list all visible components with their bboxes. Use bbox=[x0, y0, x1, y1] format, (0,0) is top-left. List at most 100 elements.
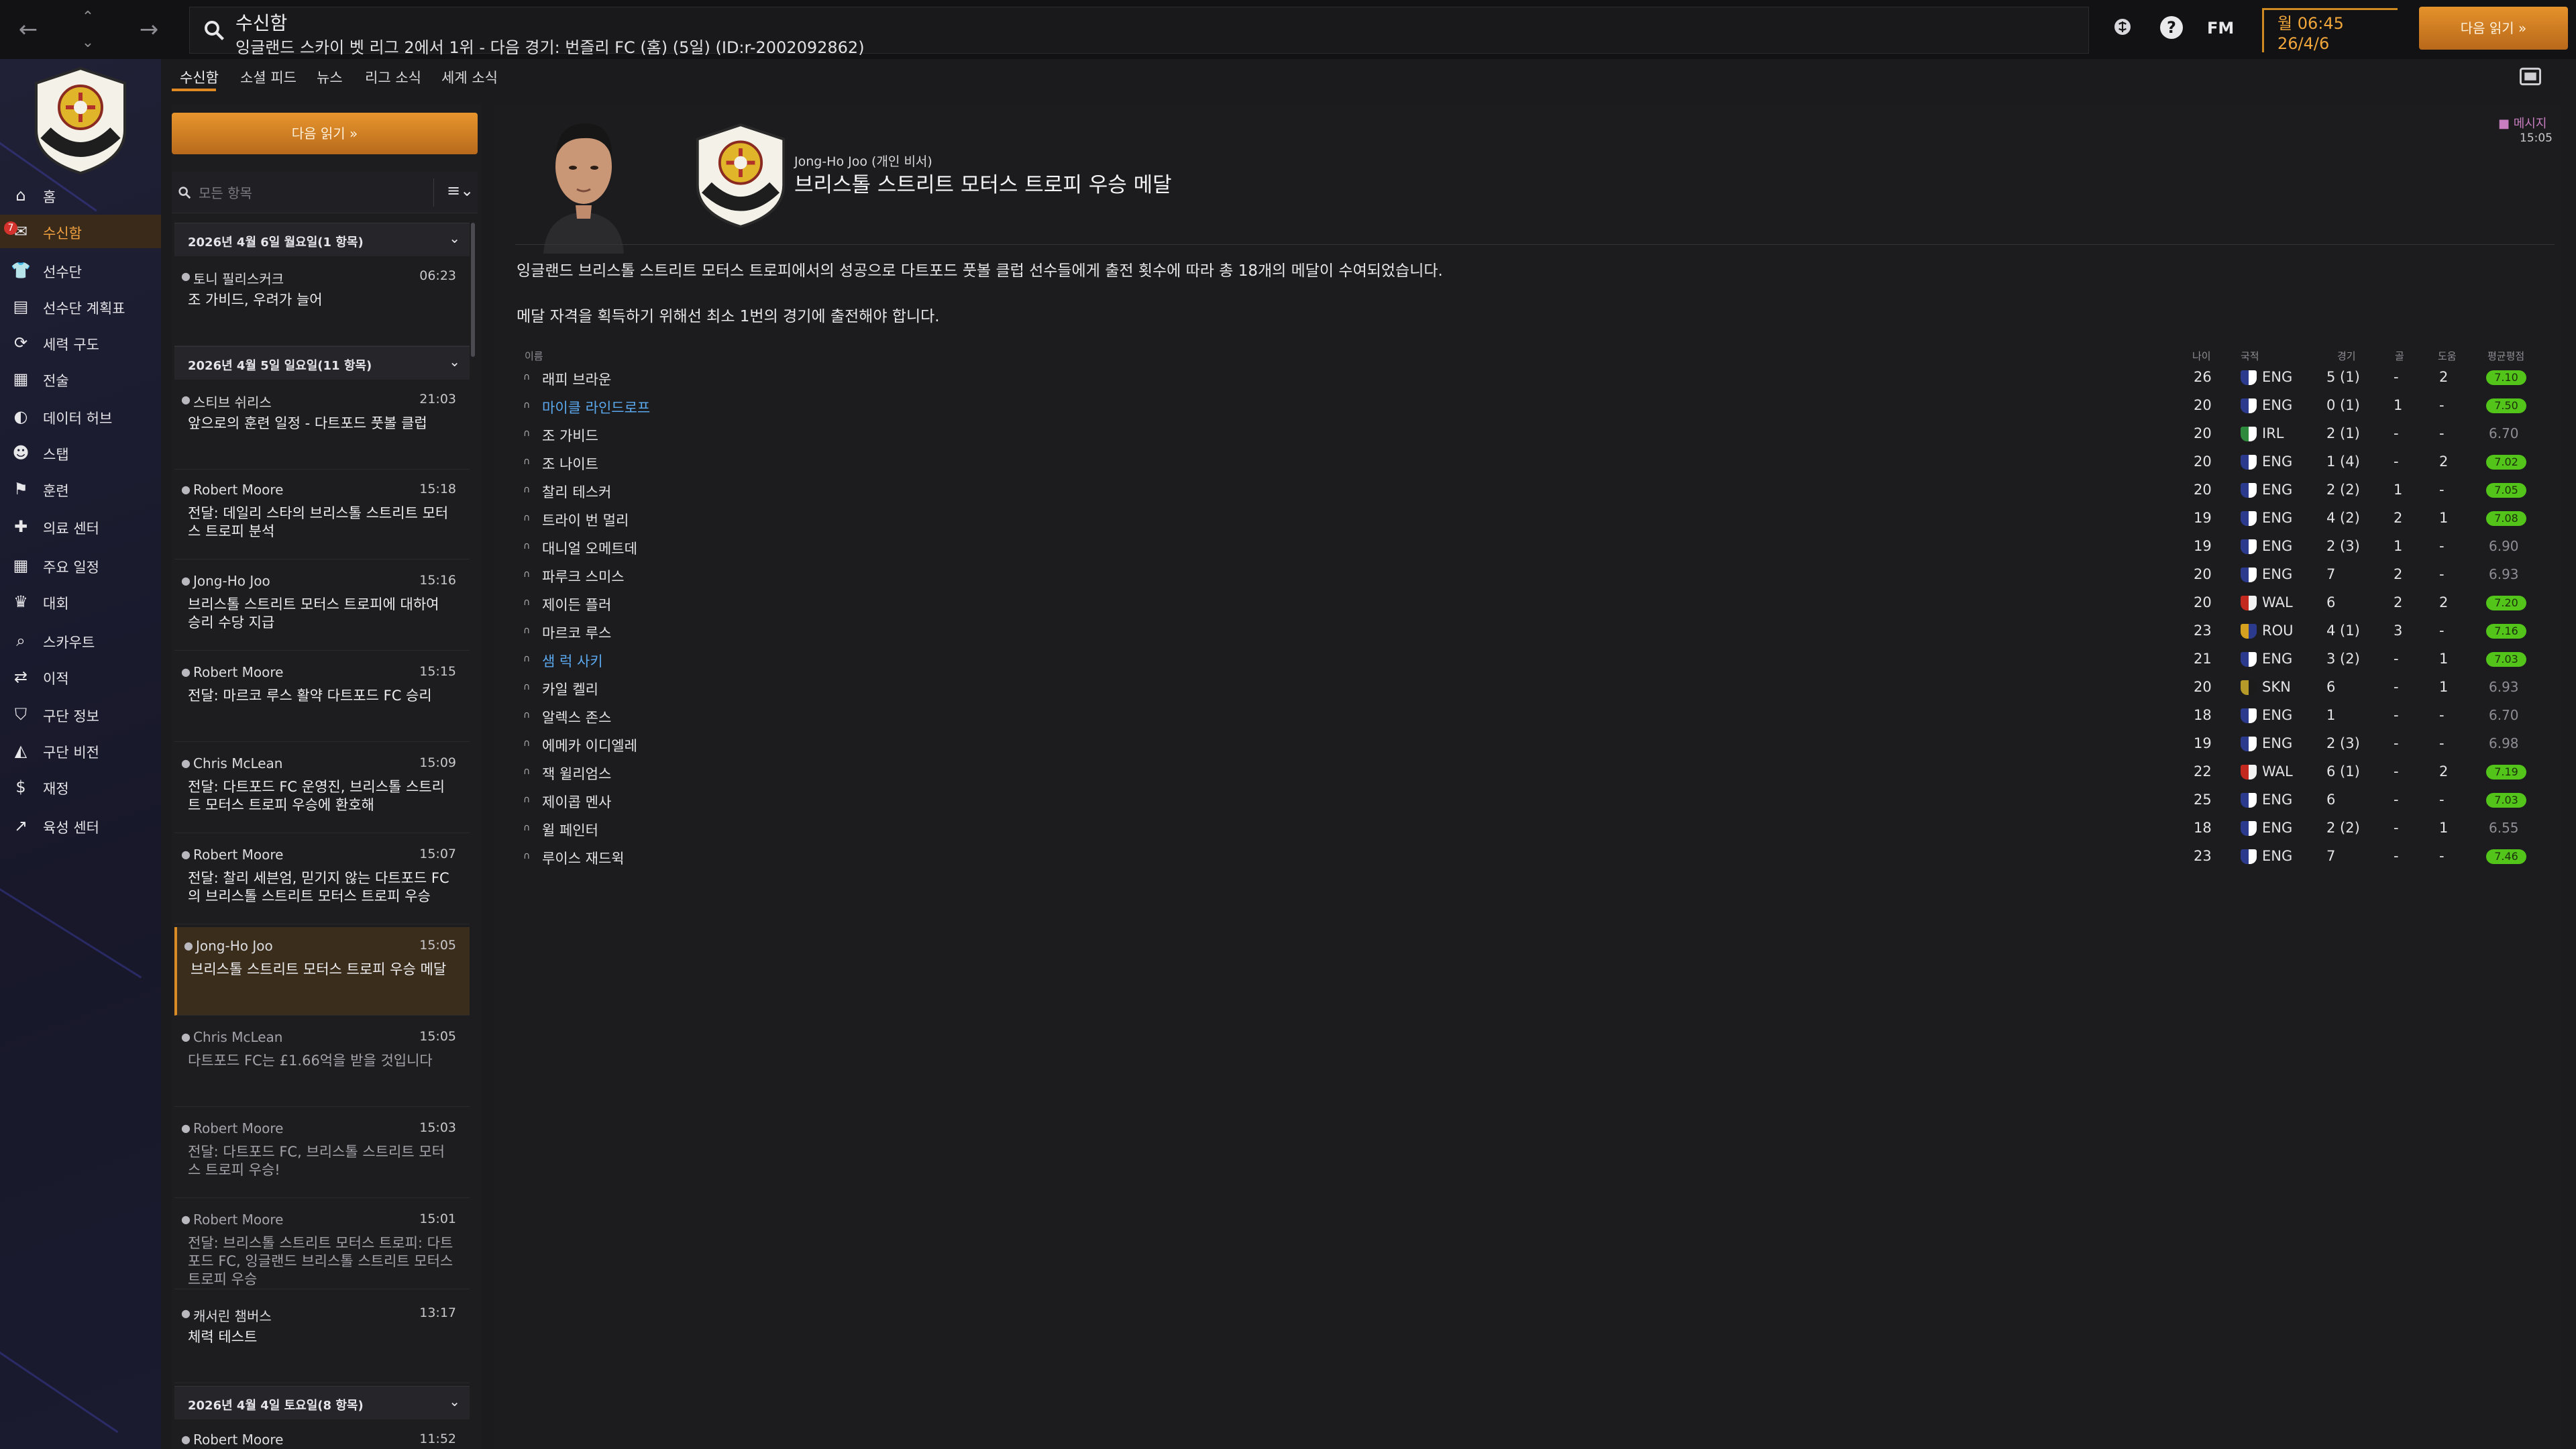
player-name[interactable]: 파루크 스미스 bbox=[542, 566, 625, 586]
sidebar-item-inbox[interactable]: ✉ 수신함 bbox=[0, 215, 161, 248]
table-row[interactable]: ∩ 잭 윌리엄스 22 WAL 6 (1) - 2 7.19 bbox=[523, 758, 2549, 786]
player-name[interactable]: 카일 켈리 bbox=[542, 679, 598, 699]
col-header-apps[interactable]: 경기 bbox=[2337, 349, 2356, 363]
table-row[interactable]: ∩ 조 가비드 20 IRL 2 (1) - - 6.70 bbox=[523, 420, 2549, 448]
player-name[interactable]: 알렉스 존스 bbox=[542, 707, 611, 727]
player-name[interactable]: 샘 럭 사키 bbox=[542, 651, 603, 671]
tab-social-feed[interactable]: 소셜 피드 bbox=[240, 67, 297, 87]
sidebar-item-scouting[interactable]: ⌕ 스카우트 bbox=[0, 624, 161, 657]
player-name[interactable]: 찰리 테스커 bbox=[542, 482, 611, 502]
back-arrow-icon[interactable]: ← bbox=[15, 16, 42, 43]
table-row[interactable]: ∩ 마르코 루스 23 ROU 4 (1) 3 - 7.16 bbox=[523, 617, 2549, 645]
sidebar-item-development[interactable]: ↗ 육성 센터 bbox=[0, 809, 161, 843]
inbox-message[interactable]: ● Robert Moore 11:52 bbox=[174, 1421, 470, 1449]
sidebar-item-finances[interactable]: $ 재정 bbox=[0, 770, 161, 804]
table-row[interactable]: ∩ 마이클 라인드로프 20 ENG 0 (1) 1 - 7.50 bbox=[523, 392, 2549, 420]
table-row[interactable]: ∩ 대니얼 오메트데 19 ENG 2 (3) 1 - 6.90 bbox=[523, 533, 2549, 561]
col-header-age[interactable]: 나이 bbox=[2192, 349, 2211, 363]
col-header-nationality[interactable]: 국적 bbox=[2241, 349, 2259, 363]
inbox-message[interactable]: ● Jong-Ho Joo 15:16 브리스톨 스트리트 모터스 트로피에 대하여 … bbox=[174, 562, 470, 651]
sidebar-item-club-vision[interactable]: ◭ 구단 비전 bbox=[0, 734, 161, 767]
table-row[interactable]: ∩ 찰리 테스커 20 ENG 2 (2) 1 - 7.05 bbox=[523, 476, 2549, 504]
tab-news[interactable]: 뉴스 bbox=[317, 67, 343, 87]
sidebar-item-tactics[interactable]: ▦ 전술 bbox=[0, 362, 161, 396]
help-icon[interactable]: ? bbox=[2160, 16, 2183, 39]
tab-league-news[interactable]: 리그 소식 bbox=[365, 67, 421, 87]
brain-icon[interactable] bbox=[2112, 16, 2133, 43]
sidebar-item-data-hub[interactable]: ◐ 데이터 허브 bbox=[0, 400, 161, 433]
player-name[interactable]: 윌 페인터 bbox=[542, 820, 598, 840]
fm-logo[interactable]: FM bbox=[2207, 19, 2234, 38]
sidebar-item-club-info[interactable]: ⛉ 구단 정보 bbox=[0, 698, 161, 731]
tab-world-news[interactable]: 세계 소식 bbox=[441, 67, 498, 87]
continue-button[interactable]: 다음 읽기 » bbox=[2419, 7, 2568, 50]
day-group-header[interactable]: 2026년 4월 5일 일요일(11 항목) ⌄ bbox=[174, 346, 470, 380]
player-name[interactable]: 제이든 플러 bbox=[542, 594, 611, 614]
col-header-rating[interactable]: 평균평점 bbox=[2487, 349, 2524, 363]
table-row[interactable]: ∩ 제이든 플러 20 WAL 6 2 2 7.20 bbox=[523, 589, 2549, 617]
col-header-goals[interactable]: 골 bbox=[2395, 349, 2404, 363]
table-row[interactable]: ∩ 트라이 번 멀리 19 ENG 4 (2) 2 1 7.08 bbox=[523, 504, 2549, 533]
table-row[interactable]: ∩ 카일 켈리 20 SKN 6 - 1 6.93 bbox=[523, 674, 2549, 702]
inbox-message[interactable]: ● 토니 필리스커크 06:23 조 가비드, 우려가 늘어 bbox=[174, 258, 470, 346]
inbox-message[interactable]: ● Robert Moore 15:18 전달: 데일리 스타의 브리스톨 스트리트 … bbox=[174, 471, 470, 559]
forward-arrow-icon[interactable]: → bbox=[136, 16, 162, 43]
inbox-scrollbar[interactable] bbox=[471, 223, 475, 357]
table-row[interactable]: ∩ 에메카 이디엘레 19 ENG 2 (3) - - 6.98 bbox=[523, 730, 2549, 758]
inbox-list[interactable]: 2026년 4월 6일 월요일(1 항목) ⌄ ● 토니 필리스커크 06:23 조 가비… bbox=[172, 223, 478, 1449]
club-crest-logo[interactable] bbox=[31, 66, 130, 176]
inbox-message[interactable]: ● Chris McLean 15:05 다트포드 FC는 £1.66억을 받을 것입… bbox=[174, 1018, 470, 1107]
table-row[interactable]: ∩ 래피 브라운 26 ENG 5 (1) - 2 7.10 bbox=[523, 364, 2549, 392]
player-name[interactable]: 에메카 이디엘레 bbox=[542, 735, 637, 755]
col-header-name[interactable]: 이름 bbox=[525, 349, 543, 363]
day-group-header[interactable]: 2026년 4월 6일 월요일(1 항목) ⌄ bbox=[174, 223, 470, 256]
inbox-message[interactable]: ● 캐서린 챔버스 13:17 체력 테스트 bbox=[174, 1295, 470, 1383]
inbox-message[interactable]: ● Robert Moore 15:15 전달: 마르코 루스 활약 다트포드 FC … bbox=[174, 653, 470, 742]
player-name[interactable]: 제이콥 멘사 bbox=[542, 792, 611, 812]
table-row[interactable]: ∩ 파루크 스미스 20 ENG 7 2 - 6.93 bbox=[523, 561, 2549, 589]
col-header-assists[interactable]: 도움 bbox=[2438, 349, 2457, 363]
sidebar-item-planner[interactable]: ▤ 선수단 계획표 bbox=[0, 290, 161, 323]
player-name[interactable]: 트라이 번 멀리 bbox=[542, 510, 629, 530]
inbox-message[interactable]: ● 스티브 쉬리스 21:03 앞으로의 훈련 일정 - 다트포드 풋볼 클럽 bbox=[174, 381, 470, 470]
sidebar-item-transfers[interactable]: ⇄ 이적 bbox=[0, 660, 161, 694]
message-sender[interactable]: Jong-Ho Joo (개인 비서) bbox=[794, 152, 932, 170]
table-row[interactable]: ∩ 조 나이트 20 ENG 1 (4) - 2 7.02 bbox=[523, 448, 2549, 476]
player-name[interactable]: 대니얼 오메트데 bbox=[542, 538, 637, 558]
player-name[interactable]: 조 가비드 bbox=[542, 425, 598, 445]
player-name[interactable]: 마이클 라인드로프 bbox=[542, 397, 650, 417]
inbox-message[interactable]: ● Robert Moore 15:03 전달: 다트포드 FC, 브리스톨 스트리트… bbox=[174, 1110, 470, 1198]
sidebar-item-dynamics[interactable]: ⟳ 세력 구도 bbox=[0, 326, 161, 360]
sidebar-item-staff[interactable]: ☻ 스탭 bbox=[0, 436, 161, 470]
inbox-message[interactable]: ● Chris McLean 15:09 전달: 다트포드 FC 운영진, 브리스톨 … bbox=[174, 745, 470, 833]
table-row[interactable]: ∩ 샘 럭 사키 21 ENG 3 (2) - 1 7.03 bbox=[523, 645, 2549, 674]
inbox-message[interactable]: ● Jong-Ho Joo 15:05 브리스톨 스트리트 모터스 트로피 우승 메달 bbox=[174, 927, 470, 1016]
tab-inbox[interactable]: 수신함 bbox=[180, 67, 219, 87]
scroll-up-icon[interactable]: ⌃ bbox=[76, 4, 99, 31]
table-row[interactable]: ∩ 제이콥 멘사 25 ENG 6 - - 7.03 bbox=[523, 786, 2549, 814]
player-name[interactable]: 잭 윌리엄스 bbox=[542, 763, 611, 784]
scroll-down-icon[interactable]: ⌄ bbox=[76, 30, 99, 56]
layout-toggle-icon[interactable] bbox=[2518, 66, 2542, 89]
table-row[interactable]: ∩ 알렉스 존스 18 ENG 1 - - 6.70 bbox=[523, 702, 2549, 730]
read-next-button[interactable]: 다음 읽기 » bbox=[172, 113, 478, 154]
search-title-bar[interactable]: 수신함 잉글랜드 스카이 벳 리그 2에서 1위 - 다음 경기: 번즐리 FC… bbox=[189, 7, 2089, 57]
player-name[interactable]: 마르코 루스 bbox=[542, 623, 611, 643]
player-name[interactable]: 조 나이트 bbox=[542, 453, 598, 474]
sidebar-item-training[interactable]: ⚑ 훈련 bbox=[0, 472, 161, 506]
player-name[interactable]: 래피 브라운 bbox=[542, 369, 611, 389]
sidebar-item-squad[interactable]: 👕 선수단 bbox=[0, 254, 161, 287]
sidebar-item-home[interactable]: ⌂ 홈 bbox=[0, 178, 161, 212]
table-row[interactable]: ∩ 루이스 재드윅 23 ENG 7 - - 7.46 bbox=[523, 843, 2549, 871]
day-group-header[interactable]: 2026년 4월 4일 토요일(8 항목) ⌄ bbox=[174, 1386, 470, 1419]
filter-menu-icon[interactable]: ≡⌄ bbox=[447, 181, 474, 200]
sidebar-item-medical[interactable]: ✚ 의료 센터 bbox=[0, 510, 161, 543]
player-name[interactable]: 루이스 재드윅 bbox=[542, 848, 625, 868]
sidebar-item-trophy[interactable]: ♛ 대회 bbox=[0, 585, 161, 619]
inbox-message[interactable]: ● Robert Moore 15:07 전달: 찰리 세븐엄, 믿기지 않는 다트포… bbox=[174, 836, 470, 924]
tactics-icon: ▦ bbox=[13, 370, 29, 388]
inbox-message[interactable]: ● Robert Moore 15:01 전달: 브리스톨 스트리트 모터스 트로피:… bbox=[174, 1201, 470, 1289]
filter-input[interactable] bbox=[199, 180, 400, 207]
table-row[interactable]: ∩ 윌 페인터 18 ENG 2 (2) - 1 6.55 bbox=[523, 814, 2549, 843]
sidebar-item-calendar[interactable]: ▦ 주요 일정 bbox=[0, 549, 161, 582]
